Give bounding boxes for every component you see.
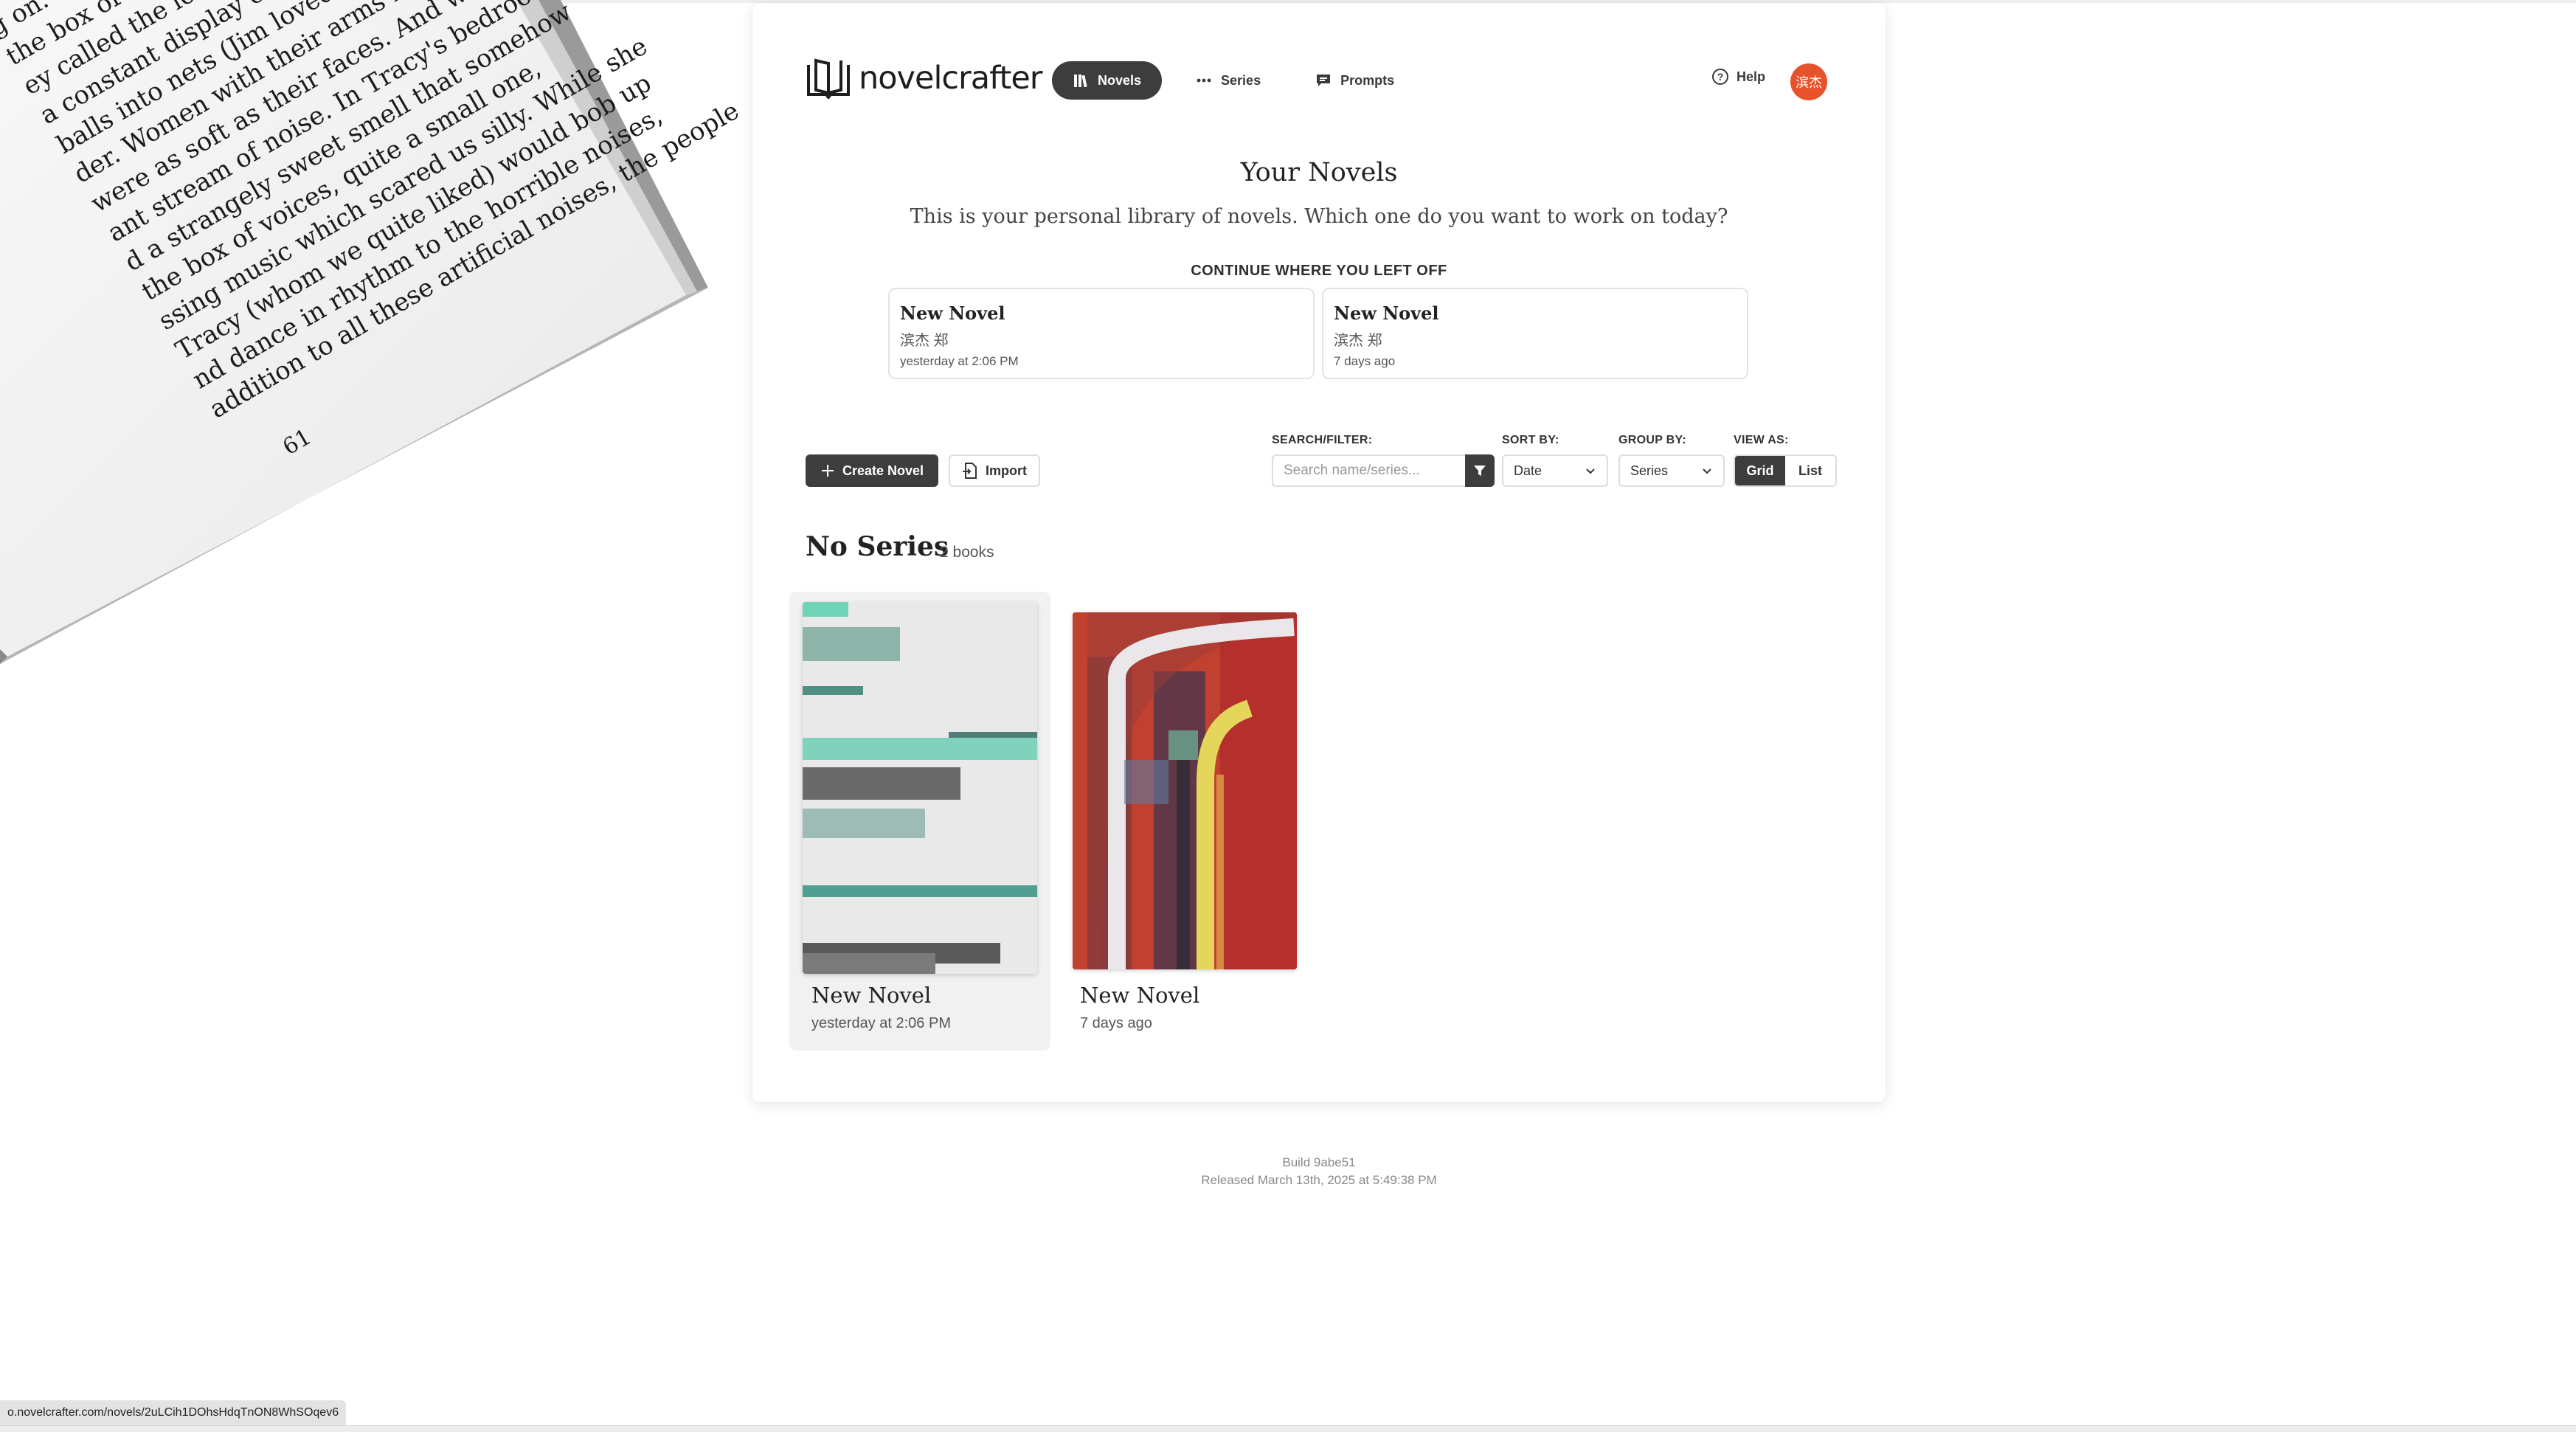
group-title: No Series (806, 531, 949, 562)
release-date: Released March 13th, 2025 at 5:49:38 PM (1201, 1173, 1437, 1187)
recent-time: 7 days ago (1334, 354, 1396, 368)
book-time: 7 days ago (1080, 1015, 1152, 1031)
books-icon (1074, 75, 1087, 88)
nav-series[interactable]: Series (1175, 61, 1281, 100)
book-cover (1073, 612, 1297, 969)
import-file-icon (963, 463, 977, 479)
search-input[interactable]: Search name/series... (1272, 454, 1465, 487)
plus-icon (822, 465, 834, 477)
book-logo-icon (807, 58, 850, 99)
recent-time: yesterday at 2:06 PM (900, 354, 1019, 368)
build-id: Build 9abe51 (1282, 1155, 1356, 1169)
book-cover-art (803, 602, 1037, 974)
group-select[interactable]: Series (1618, 454, 1725, 487)
svg-text:?: ? (1717, 71, 1724, 83)
book-time: yesterday at 2:06 PM (811, 1015, 951, 1031)
sort-value: Date (1514, 463, 1543, 478)
book-card[interactable]: New Novel yesterday at 2:06 PM (789, 592, 1050, 1051)
chevron-down-icon (1586, 468, 1595, 474)
sort-by-label: SORT BY: (1502, 434, 1559, 446)
main-nav: Novels Series Prompts (1052, 61, 1415, 100)
page-title: Your Novels (1240, 158, 1398, 187)
recent-title: New Novel (900, 302, 1005, 324)
nav-prompts[interactable]: Prompts (1295, 61, 1415, 100)
group-value: Series (1630, 463, 1669, 478)
book-title: New Novel (1080, 983, 1200, 1008)
create-novel-button[interactable]: Create Novel (806, 454, 939, 487)
help-icon: ? (1712, 69, 1728, 85)
background-book-image: g on. W... a whirring ele... the box of … (0, 0, 738, 775)
user-avatar[interactable]: 滨杰 (1790, 63, 1827, 100)
help-label: Help (1737, 69, 1766, 84)
page-subtitle: This is your personal library of novels.… (910, 205, 1728, 228)
group-count: 2 books (940, 544, 994, 561)
brand-logo[interactable]: novelcrafter (806, 58, 1042, 99)
recent-novel-card[interactable]: New Novel 滨杰 郑 7 days ago (1322, 288, 1748, 379)
book-title: New Novel (811, 983, 932, 1008)
continue-heading: CONTINUE WHERE YOU LEFT OFF (1191, 263, 1447, 279)
nav-novels[interactable]: Novels (1052, 61, 1163, 100)
library-panel: novelcrafter Novels Series Prompts ? Hel… (752, 3, 1886, 1102)
nav-series-label: Series (1221, 72, 1261, 88)
chevron-down-icon (1703, 468, 1711, 474)
recent-title: New Novel (1334, 302, 1439, 324)
nav-novels-label: Novels (1098, 72, 1142, 88)
recent-author: 滨杰 郑 (900, 333, 949, 349)
view-grid-option[interactable]: Grid (1735, 456, 1785, 485)
recent-novel-card[interactable]: New Novel 滨杰 郑 yesterday at 2:06 PM (888, 288, 1315, 379)
nav-prompts-label: Prompts (1340, 72, 1395, 88)
link-preview-status: o.novelcrafter.com/novels/2uLCih1DOhsHdq… (0, 1400, 347, 1425)
help-button[interactable]: ? Help (1711, 68, 1765, 86)
book-cover-art (1073, 612, 1297, 969)
filter-button[interactable] (1465, 454, 1495, 487)
view-list-option[interactable]: List (1785, 456, 1835, 485)
view-toggle: Grid List (1734, 454, 1837, 487)
chat-icon (1317, 75, 1331, 86)
dots-icon (1197, 78, 1211, 83)
filter-icon (1474, 466, 1486, 476)
book-cover (803, 602, 1037, 974)
group-by-label: GROUP BY: (1618, 434, 1686, 446)
sort-select[interactable]: Date (1502, 454, 1608, 487)
search-filter-label: SEARCH/FILTER: (1272, 434, 1373, 446)
import-label: Import (986, 463, 1027, 478)
create-novel-label: Create Novel (842, 463, 924, 478)
brand-name: novelcrafter (859, 60, 1042, 97)
recent-author: 滨杰 郑 (1334, 333, 1382, 349)
import-button[interactable]: Import (949, 454, 1040, 487)
build-info: Build 9abe51 Released March 13th, 2025 a… (752, 1154, 1886, 1189)
book-card[interactable]: New Novel 7 days ago (1058, 592, 1319, 1051)
view-as-label: VIEW AS: (1734, 434, 1789, 446)
